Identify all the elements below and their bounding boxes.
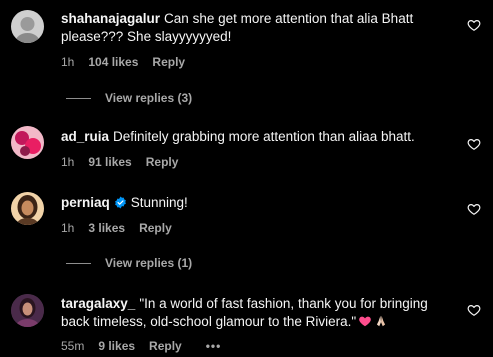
comment-time: 1h — [61, 155, 75, 169]
comment-likes[interactable]: 91 likes — [88, 155, 131, 169]
view-replies-label: View replies (1) — [105, 256, 193, 270]
avatar[interactable] — [11, 294, 44, 327]
comment-body: ad_ruia Definitely grabbing more attentio… — [61, 128, 453, 146]
comment-username[interactable]: shahanajagalur — [61, 11, 160, 26]
avatar[interactable] — [11, 192, 44, 225]
comment-likes[interactable]: 104 likes — [88, 55, 138, 69]
comment-time: 1h — [61, 55, 75, 69]
comment-meta: 55m 9 likes Reply ••• — [61, 339, 235, 353]
purple-portrait-avatar-icon — [11, 294, 44, 327]
avatar[interactable] — [11, 10, 44, 43]
pink-heart-emoji-icon — [358, 314, 372, 328]
like-heart-icon[interactable] — [467, 18, 481, 32]
comment-time: 55m — [61, 339, 85, 353]
like-heart-icon[interactable] — [467, 202, 481, 216]
divider-line — [66, 97, 91, 99]
comment-body: perniaq Stunning! — [61, 194, 453, 212]
reply-button[interactable]: Reply — [152, 55, 185, 69]
more-options-icon[interactable]: ••• — [206, 339, 222, 353]
divider-line — [66, 262, 91, 264]
like-heart-icon[interactable] — [467, 137, 481, 151]
comment-username[interactable]: ad_ruia — [61, 129, 109, 144]
comment-body: taragalaxy_ "In a world of fast fashion, … — [61, 295, 453, 331]
woman-portrait-avatar-icon — [11, 192, 44, 225]
reply-button[interactable]: Reply — [139, 221, 172, 235]
comment-body: shahanajagalur Can she get more attention… — [61, 10, 453, 46]
view-replies-button[interactable]: View replies (1) — [66, 256, 192, 270]
pink-abstract-avatar-icon — [11, 126, 44, 159]
comment-text: Definitely grabbing more attention than … — [113, 129, 415, 144]
avatar[interactable] — [11, 126, 44, 159]
reply-button[interactable]: Reply — [149, 339, 182, 353]
reply-button[interactable]: Reply — [146, 155, 179, 169]
comment-username[interactable]: taragalaxy_ — [61, 296, 135, 311]
praying-hands-emoji-icon — [374, 314, 388, 328]
view-replies-label: View replies (3) — [105, 91, 193, 105]
comment-meta: 1h 3 likes Reply — [61, 221, 186, 235]
comment-likes[interactable]: 9 likes — [98, 339, 135, 353]
comment-text: Stunning! — [130, 195, 188, 210]
comment-meta: 1h 91 likes Reply — [61, 155, 192, 169]
comment-meta: 1h 104 likes Reply — [61, 55, 199, 69]
comment-likes[interactable]: 3 likes — [88, 221, 125, 235]
comment-time: 1h — [61, 221, 75, 235]
verified-badge-icon — [114, 196, 127, 209]
comment-username[interactable]: perniaq — [61, 195, 110, 210]
like-heart-icon[interactable] — [467, 303, 481, 317]
view-replies-button[interactable]: View replies (3) — [66, 91, 192, 105]
grey-face-avatar-icon — [11, 10, 44, 43]
